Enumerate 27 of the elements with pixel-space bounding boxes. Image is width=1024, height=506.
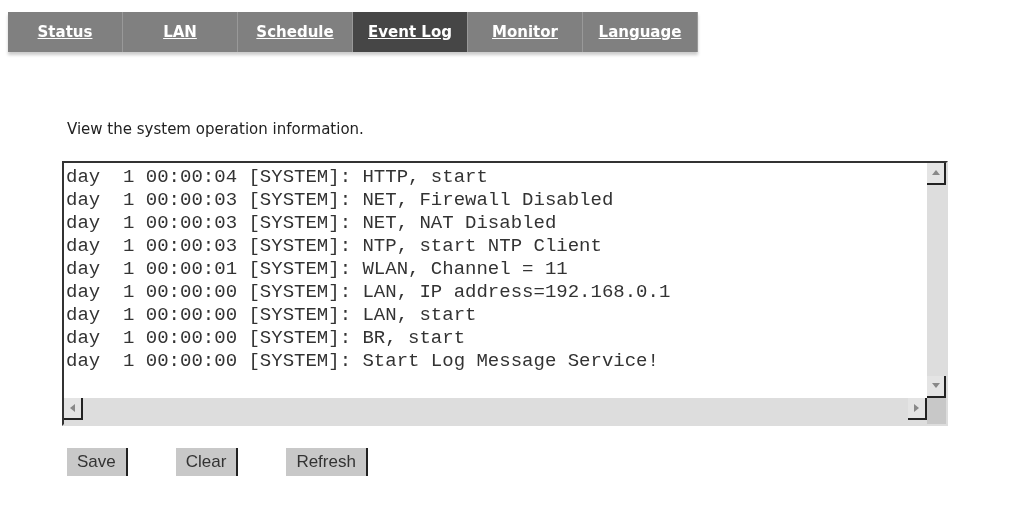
scroll-left-button[interactable] [64,397,83,420]
log-line: day 1 00:00:00 [SYSTEM]: LAN, IP address=192.168.0.1 [66,280,671,304]
log-line: day 1 00:00:00 [SYSTEM]: BR, start [66,326,466,350]
log-line: day 1 00:00:00 [SYSTEM]: Start Log Message Service! [66,349,659,373]
nav-tab[interactable]: Language [583,12,698,52]
nav-tab[interactable]: Status [8,12,123,52]
scrollbar-corner [927,397,946,424]
scroll-down-button[interactable] [927,375,946,398]
log-line: day 1 00:00:03 [SYSTEM]: NTP, start NTP Client [66,234,602,258]
scroll-right-button[interactable] [908,397,927,420]
vertical-scrollbar[interactable] [927,162,946,398]
nav-tab[interactable]: LAN [123,12,238,52]
nav-tab[interactable]: Event Log [353,12,468,52]
scroll-up-button[interactable] [927,162,946,185]
horizontal-scrollbar[interactable] [64,397,927,424]
log-line: day 1 00:00:00 [SYSTEM]: LAN, start [66,303,477,327]
nav-tab[interactable]: Schedule [238,12,353,52]
description-text: View the system operation information. [67,119,365,140]
log-line: day 1 00:00:03 [SYSTEM]: NET, NAT Disabled [66,211,557,235]
log-textarea[interactable] [62,160,948,426]
action-button[interactable]: Refresh [286,447,368,476]
action-button[interactable]: Save [67,447,128,476]
nav-tab[interactable]: Monitor [468,12,583,52]
action-button[interactable]: Clear [175,447,239,476]
log-line: day 1 00:00:03 [SYSTEM]: NET, Firewall Disabled [66,188,614,212]
log-line: day 1 00:00:04 [SYSTEM]: HTTP, start [66,165,488,189]
log-line: day 1 00:00:01 [SYSTEM]: WLAN, Channel = 11 [66,257,568,281]
